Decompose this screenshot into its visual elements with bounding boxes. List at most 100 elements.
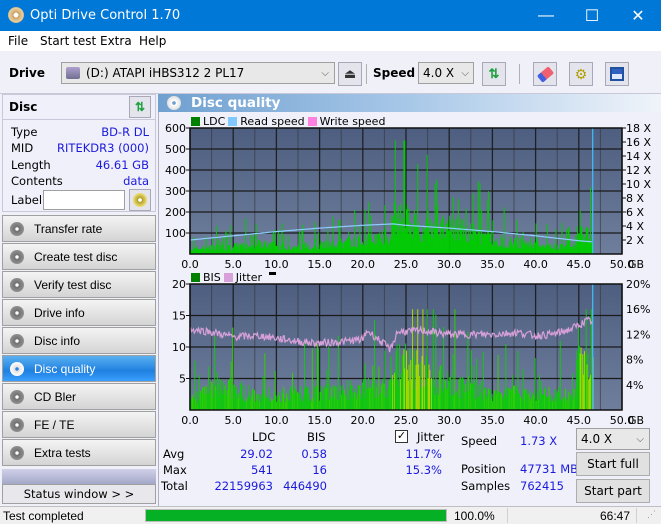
nav-disc-info[interactable]: Disc info — [2, 327, 156, 354]
speed-value: 4.0 X — [423, 66, 455, 80]
bis-bar — [436, 393, 438, 410]
ldc-bar — [496, 242, 498, 254]
bis-bar — [542, 394, 544, 410]
ldc-bar — [324, 247, 326, 254]
nav-create-test-disc[interactable]: Create test disc — [2, 243, 156, 270]
bis-bar — [329, 399, 331, 410]
ldc-bar — [396, 211, 398, 254]
ldc-bar — [445, 224, 447, 254]
bis-bar — [499, 391, 501, 410]
ldc-bar — [580, 226, 582, 254]
ldc-bar — [514, 237, 515, 254]
bis-bar — [250, 400, 252, 410]
ldc-bar — [475, 233, 477, 254]
progress-bar — [145, 509, 447, 522]
disc-refresh-button[interactable]: ⇅ — [129, 96, 151, 118]
bis-bar — [571, 372, 573, 410]
nav-transfer-rate[interactable]: Transfer rate — [2, 215, 156, 242]
ldc-bar — [194, 247, 196, 254]
bis-bar — [279, 401, 281, 410]
ldc-bar — [390, 239, 392, 254]
bis-bar — [216, 372, 218, 410]
speed-select[interactable]: 4.0 X ⌵ — [418, 62, 474, 84]
ldc-bar — [379, 232, 381, 254]
bis-bar — [269, 401, 271, 410]
bis-bar — [215, 390, 217, 410]
ldc-bar — [259, 239, 261, 254]
ldc-bar — [452, 197, 454, 254]
bis-bar — [417, 309, 419, 410]
bis-bar — [319, 391, 321, 410]
refresh-button[interactable]: ⇅ — [482, 62, 506, 86]
eject-icon: ⏏ — [343, 66, 357, 81]
ldc-bar — [453, 225, 455, 254]
start-full-button[interactable]: Start full — [576, 452, 650, 476]
bis-bar — [587, 353, 589, 410]
bis-bar — [479, 396, 481, 410]
bis-bar — [554, 389, 556, 410]
nav-disc-quality[interactable]: Disc quality — [2, 355, 156, 382]
ldc-bar — [336, 247, 338, 254]
ldc-bar — [196, 245, 198, 254]
menu-start-test[interactable]: Start test — [40, 34, 96, 48]
ldc-bar — [494, 241, 496, 254]
bis-bar — [301, 400, 303, 410]
eject-button[interactable]: ⏏ — [338, 62, 362, 86]
bis-bar — [486, 398, 488, 410]
ldc-bar — [233, 246, 235, 254]
ldc-bar — [424, 229, 426, 254]
y-tick-label: 500 — [165, 143, 186, 156]
nav-verify-test-disc[interactable]: Verify test disc — [2, 271, 156, 298]
menu-help[interactable]: Help — [139, 34, 166, 48]
menu-extra[interactable]: Extra — [100, 34, 132, 48]
ldc-bar — [550, 244, 552, 254]
bis-bar — [371, 384, 373, 410]
disc-info-box: Disc ⇅ Type BD-R DL MID RITEKDR3 (000) L… — [2, 94, 156, 212]
start-part-button[interactable]: Start part — [576, 479, 650, 503]
disc-header: Disc — [9, 100, 38, 114]
menu-file[interactable]: File — [8, 34, 28, 48]
ldc-bar — [268, 244, 270, 254]
ldc-bar — [498, 245, 500, 254]
bis-bar — [560, 400, 562, 410]
disc-label-button[interactable] — [129, 189, 151, 211]
drive-select[interactable]: (D:) ATAPI iHBS312 2 PL17 ⌵ — [61, 62, 335, 84]
minimize-button[interactable]: — — [523, 0, 569, 31]
nav-fe-te[interactable]: FE / TE — [2, 411, 156, 438]
erase-button[interactable] — [533, 62, 557, 86]
ldc-bar — [473, 223, 475, 254]
bis-bar — [511, 389, 513, 410]
close-button[interactable]: ✕ — [615, 0, 661, 31]
status-window-button[interactable]: Status window > > — [2, 484, 156, 504]
bis-bar — [460, 378, 462, 410]
ldc-bar — [364, 209, 366, 254]
nav-drive-info[interactable]: Drive info — [2, 299, 156, 326]
ldc-bar — [413, 210, 415, 254]
ldc-bar — [449, 215, 451, 254]
ldc-bar — [479, 183, 481, 254]
save-button[interactable] — [605, 62, 629, 86]
bis-bar — [218, 378, 220, 410]
ldc-bar — [420, 241, 422, 254]
test-speed-select[interactable]: 4.0 X ⌵ — [576, 428, 650, 450]
resize-grip-icon[interactable]: ⋰ — [647, 509, 656, 520]
stats-avg-jitter: 11.7% — [405, 447, 442, 461]
nav-label: Disc quality — [34, 361, 96, 376]
bis-bar — [540, 381, 542, 410]
bis-bar — [310, 401, 312, 410]
bis-bar — [424, 365, 426, 410]
bis-bar — [545, 397, 547, 410]
ldc-bar — [266, 246, 268, 254]
jitter-checkbox[interactable]: ✓ — [395, 430, 408, 443]
settings-button[interactable]: ⚙ — [569, 62, 593, 86]
ldc-bar — [440, 220, 442, 254]
nav-cd-bler[interactable]: CD Bler — [2, 383, 156, 410]
bis-bar — [329, 397, 331, 410]
x-tick-label: 0.0 — [181, 258, 199, 270]
ldc-bar — [432, 238, 434, 254]
maximize-button[interactable]: ☐ — [569, 0, 615, 31]
ldc-bar — [207, 248, 209, 254]
nav-extra-tests[interactable]: Extra tests — [2, 439, 156, 466]
disc-label-input[interactable] — [43, 190, 125, 210]
ldc-bar — [481, 209, 483, 254]
